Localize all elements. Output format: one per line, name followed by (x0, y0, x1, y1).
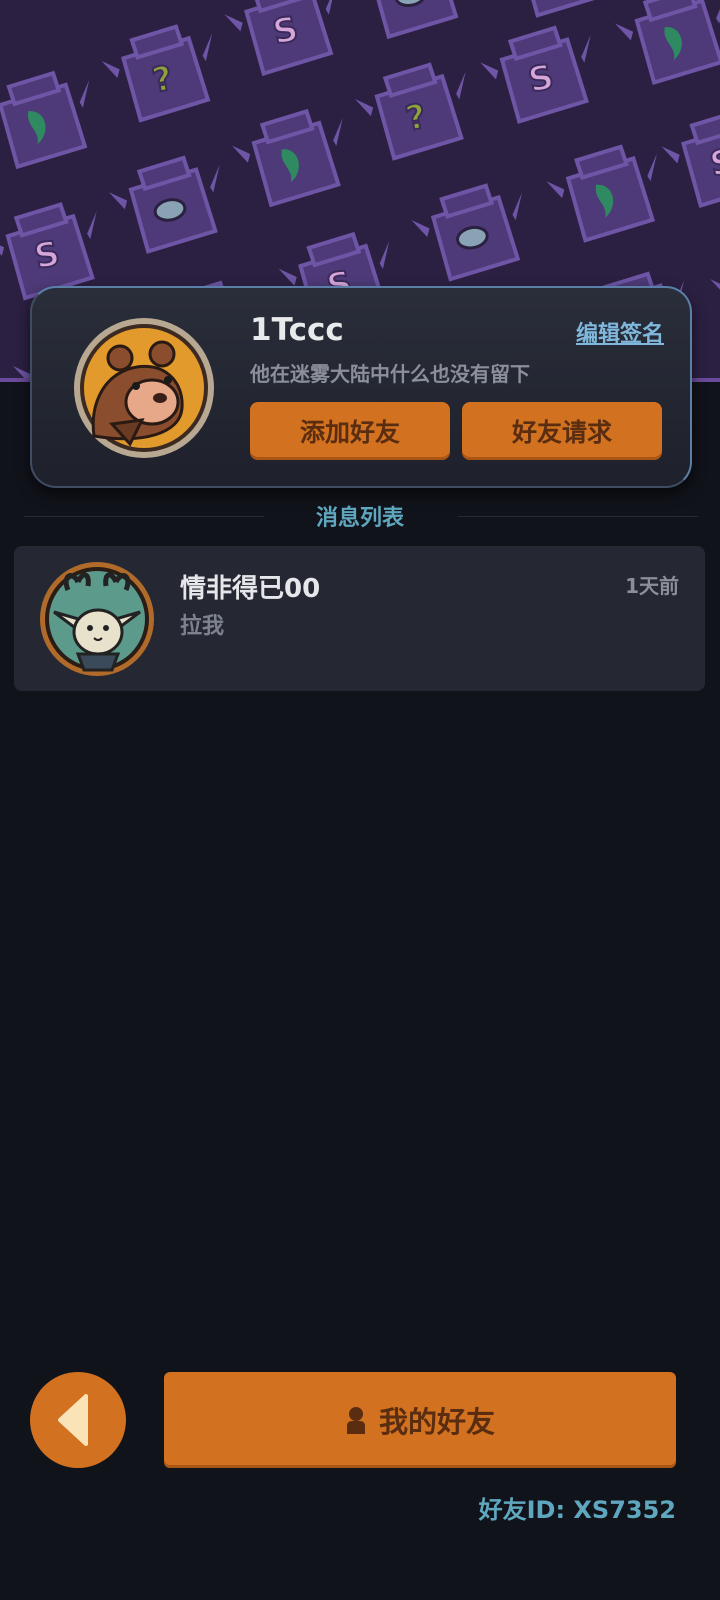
username: 1Tccc (250, 312, 344, 348)
profile-card: 1Tccc 编辑签名 他在迷雾大陆中什么也没有留下 添加好友 好友请求 (30, 286, 692, 488)
my-friends-label: 我的好友 (378, 1405, 495, 1439)
user-signature: 他在迷雾大陆中什么也没有留下 (250, 362, 530, 386)
back-arrow-icon (58, 1394, 88, 1446)
friends-screen: S ? (0, 0, 720, 1600)
message-sender-name: 情非得已00 (180, 574, 321, 604)
my-friends-button[interactable]: 我的好友 (164, 1372, 676, 1468)
message-time: 1天前 (625, 574, 679, 598)
friend-id-label: 好友ID: XS7352 (478, 1496, 676, 1524)
bear-avatar-icon (74, 318, 214, 458)
message-list-item[interactable]: 情非得已00 拉我 1天前 (14, 546, 705, 691)
edit-signature-link[interactable]: 编辑签名 (576, 316, 664, 348)
person-icon (346, 1407, 365, 1434)
message-list-title: 消息列表 (315, 506, 404, 531)
friend-requests-button[interactable]: 好友请求 (462, 402, 662, 460)
antlered-creature-avatar-icon (40, 562, 154, 676)
add-friend-button[interactable]: 添加好友 (250, 402, 450, 460)
message-preview: 拉我 (180, 614, 225, 639)
back-button[interactable] (30, 1372, 126, 1468)
